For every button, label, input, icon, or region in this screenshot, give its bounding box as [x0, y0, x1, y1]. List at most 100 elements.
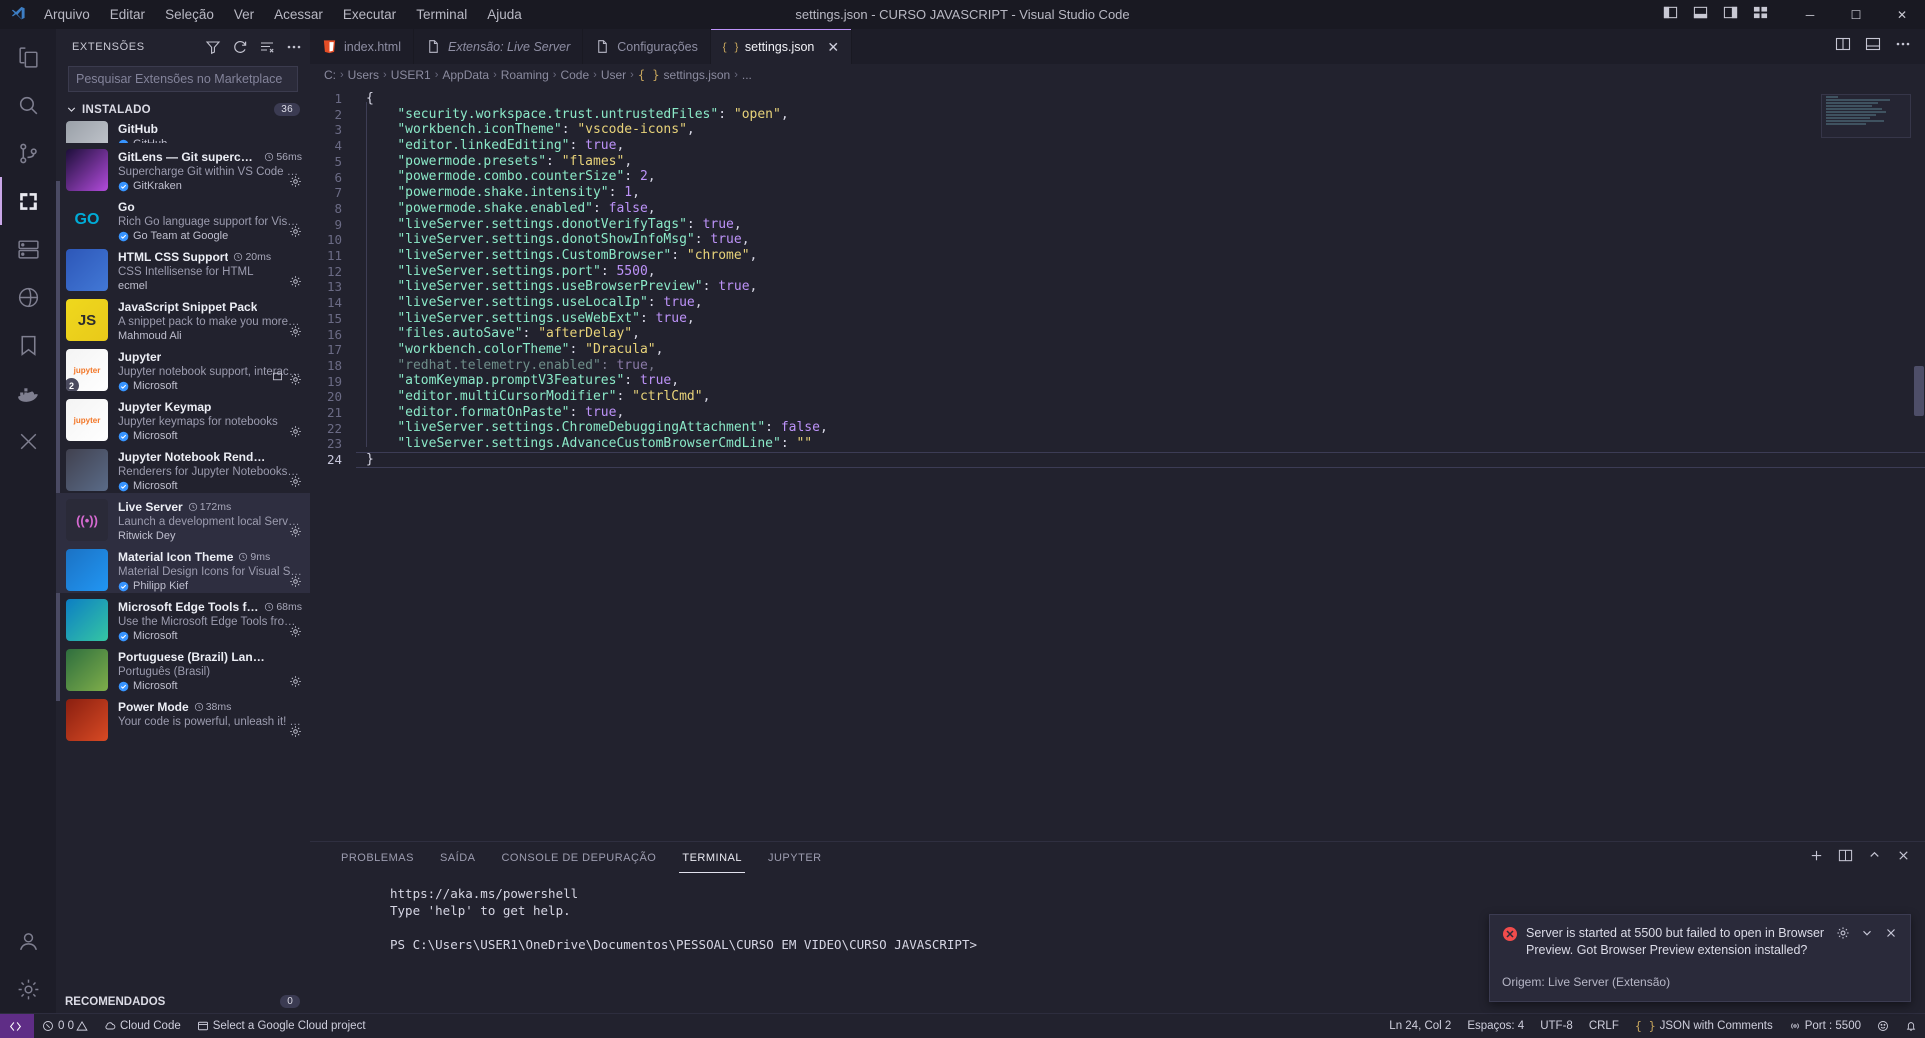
menu-ver[interactable]: Ver	[224, 0, 264, 29]
extension-list-item[interactable]: JS JavaScript Snippet Pack A snippet pack …	[56, 293, 310, 343]
code-line[interactable]: {	[356, 91, 1925, 107]
status-gcp-project[interactable]: Select a Google Cloud project	[189, 1014, 374, 1038]
code-line[interactable]: "liveServer.settings.donotVerifyTags": t…	[356, 217, 1925, 233]
extension-list-item[interactable]: GitLens — Git supercharged 56ms Supercharg…	[56, 143, 310, 193]
extension-list-item[interactable]: Jupyter Notebook Renderers Renderers for …	[56, 443, 310, 493]
extension-list-item[interactable]: jupyter 2 Jupyter Jupyter notebook support,…	[56, 343, 310, 393]
extension-list-item[interactable]: GO Go Rich Go language support for Visual …	[56, 193, 310, 243]
minimap[interactable]	[1821, 94, 1911, 138]
activity-accounts[interactable]	[0, 917, 56, 965]
extension-manage-gear-icon[interactable]	[289, 625, 302, 638]
toggle-primary-sidebar-icon[interactable]	[1662, 5, 1679, 25]
extension-manage-gear-icon[interactable]	[289, 275, 302, 288]
editor-tab-configura-es[interactable]: Configurações	[583, 29, 711, 64]
code-line[interactable]: "powermode.combo.counterSize": 2,	[356, 169, 1925, 185]
breadcrumb-item[interactable]: ...	[742, 68, 752, 82]
code-line[interactable]: "redhat.telemetry.enabled": true,	[356, 358, 1925, 374]
menu-editar[interactable]: Editar	[100, 0, 155, 29]
code-line[interactable]: "liveServer.settings.CustomBrowser": "ch…	[356, 248, 1925, 264]
activity-docker[interactable]	[0, 369, 56, 417]
breadcrumb-item[interactable]: C:	[324, 68, 336, 82]
code-content[interactable]: { "security.workspace.trust.untrustedFil…	[356, 86, 1925, 841]
notification-actions[interactable]	[1836, 926, 1898, 943]
activity-remote-explorer[interactable]	[0, 225, 56, 273]
editor-scrollbar[interactable]	[1914, 366, 1924, 416]
recommended-section-header[interactable]: RECOMENDADOS 0	[56, 990, 310, 1016]
extension-list-item[interactable]: Microsoft Edge Tools for VS ... 68ms Use t…	[56, 593, 310, 643]
close-icon[interactable]	[1884, 926, 1898, 943]
activity-search[interactable]	[0, 81, 56, 129]
code-editor[interactable]: 1 2 3 4 5 6 7 8 9 10 11 12 13 14 15 16 17 18 19 20 21 22 23 24 …	[310, 86, 1925, 841]
code-line[interactable]: "workbench.iconTheme": "vscode-icons",	[356, 122, 1925, 138]
code-line[interactable]: "security.workspace.trust.untrustedFiles…	[356, 107, 1925, 123]
code-line[interactable]: "workbench.colorTheme": "Dracula",	[356, 342, 1925, 358]
menu-terminal[interactable]: Terminal	[406, 0, 477, 29]
filter-icon[interactable]	[205, 39, 221, 55]
extension-manage-gear-icon[interactable]	[289, 425, 302, 438]
extension-manage-gear-icon[interactable]	[271, 370, 302, 388]
window-close-button[interactable]: ✕	[1879, 0, 1925, 29]
status-feedback[interactable]	[1869, 1014, 1897, 1038]
split-editor-icon[interactable]	[1835, 36, 1851, 57]
status-live-server-port[interactable]: Port : 5500	[1781, 1014, 1869, 1038]
activity-azure[interactable]	[0, 273, 56, 321]
terminal-split-icon[interactable]	[1838, 848, 1853, 868]
extension-manage-gear-icon[interactable]	[289, 525, 302, 538]
editor-tab-close-icon[interactable]: ✕	[827, 40, 839, 54]
search-extensions-input[interactable]	[68, 66, 298, 92]
status-eol[interactable]: CRLF	[1581, 1014, 1627, 1038]
panel-close-icon[interactable]	[1896, 848, 1911, 868]
window-minimize-button[interactable]: ─	[1787, 0, 1833, 29]
code-line[interactable]: "editor.linkedEditing": true,	[356, 138, 1925, 154]
status-problems[interactable]: 0 0	[34, 1014, 96, 1038]
activity-extensions[interactable]	[0, 177, 56, 225]
breadcrumb-item[interactable]: USER1	[391, 68, 431, 82]
activity-manage-gear-icon[interactable]	[0, 965, 56, 1013]
code-line[interactable]: "liveServer.settings.useBrowserPreview":…	[356, 279, 1925, 295]
panel-tabs[interactable]: PROBLEMAS SAÍDA CONSOLE DE DEPURAÇÃO TERMIN…	[310, 841, 1925, 873]
code-line[interactable]: "liveServer.settings.useWebExt": true,	[356, 311, 1925, 327]
editor-tab-actions[interactable]	[1821, 29, 1925, 64]
status-encoding[interactable]: UTF-8	[1532, 1014, 1581, 1038]
editor-tab-index-html[interactable]: index.html	[310, 29, 414, 64]
code-line[interactable]: "editor.formatOnPaste": true,	[356, 405, 1925, 421]
menu-executar[interactable]: Executar	[333, 0, 406, 29]
editor-tab-settings-json[interactable]: { } settings.json ✕	[710, 29, 853, 64]
breadcrumb-item[interactable]: Roaming	[501, 68, 549, 82]
clear-list-icon[interactable]	[259, 39, 275, 55]
status-language-mode[interactable]: { } JSON with Comments	[1627, 1014, 1781, 1038]
more-actions-icon[interactable]	[286, 39, 302, 55]
panel-tab-problemas[interactable]: PROBLEMAS	[328, 842, 427, 873]
code-line[interactable]: "files.autoSave": "afterDelay",	[356, 326, 1925, 342]
extension-manage-gear-icon[interactable]	[289, 225, 302, 238]
notification-toast[interactable]: Server is started at 5500 but failed to …	[1489, 914, 1911, 1002]
panel-tab-sa-da[interactable]: SAÍDA	[427, 842, 489, 873]
breadcrumb[interactable]: C: › Users › USER1 › AppData › Roaming › Code › User…	[310, 64, 1925, 86]
breadcrumb-item[interactable]: Code	[560, 68, 589, 82]
code-line[interactable]: "liveServer.settings.port": 5500,	[356, 264, 1925, 280]
extension-list-item[interactable]: Portuguese (Brazil) Language Pack ... Por…	[56, 643, 310, 693]
status-indentation[interactable]: Espaços: 4	[1459, 1014, 1532, 1038]
menu-ajuda[interactable]: Ajuda	[477, 0, 532, 29]
chevron-down-icon[interactable]	[1860, 926, 1874, 943]
activity-test-explorer[interactable]	[0, 417, 56, 465]
extension-list-item[interactable]: jupyter Jupyter Keymap Jupyter keymaps for…	[56, 393, 310, 443]
editor-tabs[interactable]: index.html Extensão: Live Server Configura…	[310, 29, 1925, 64]
breadcrumb-item[interactable]: Users	[348, 68, 379, 82]
code-line[interactable]: }	[356, 452, 1925, 468]
code-line[interactable]: "powermode.shake.enabled": false,	[356, 201, 1925, 217]
code-line[interactable]: "liveServer.settings.useLocalIp": true,	[356, 295, 1925, 311]
code-line[interactable]: "powermode.presets": "flames",	[356, 154, 1925, 170]
breadcrumb-item[interactable]: { } settings.json	[638, 68, 730, 82]
panel-maximize-icon[interactable]	[1867, 848, 1882, 868]
activity-explorer[interactable]	[0, 33, 56, 81]
code-line[interactable]: "liveServer.settings.AdvanceCustomBrowse…	[356, 436, 1925, 452]
extension-list-item[interactable]: GitHubGitHub	[56, 121, 310, 143]
window-maximize-button[interactable]: ☐	[1833, 0, 1879, 29]
menu-acessar[interactable]: Acessar	[264, 0, 333, 29]
installed-section-header[interactable]: INSTALADO 36	[56, 98, 310, 121]
extension-manage-gear-icon[interactable]	[289, 575, 302, 588]
code-line[interactable]: "editor.multiCursorModifier": "ctrlCmd",	[356, 389, 1925, 405]
status-remote-indicator[interactable]	[0, 1014, 34, 1038]
terminal-add-icon[interactable]	[1809, 848, 1824, 868]
